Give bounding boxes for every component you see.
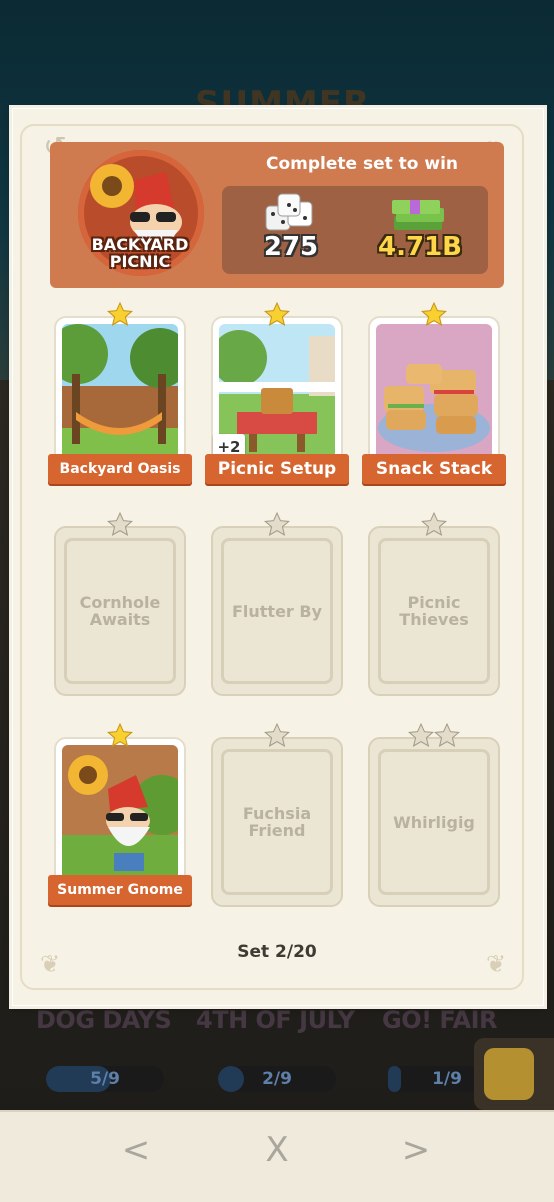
card-picnic-thieves[interactable]: Picnic Thieves: [368, 511, 500, 696]
card-name: Cornhole Awaits: [79, 593, 161, 629]
card-label: Picnic Setup: [205, 454, 349, 484]
album-4th-of-july[interactable]: 4TH OF JULY: [196, 1006, 355, 1034]
star-icon: [106, 722, 134, 749]
card-art: [376, 324, 492, 464]
card-name: Whirligig: [393, 812, 475, 832]
reward-title: Complete set to win: [265, 154, 459, 174]
cash-reward: 4.71B: [378, 232, 462, 262]
card-backyard-oasis[interactable]: Backyard Oasis: [48, 301, 192, 486]
card-whirligig[interactable]: Whirligig: [368, 722, 500, 907]
next-button[interactable]: >: [386, 1128, 446, 1172]
album-progress-4th-of-july: 2/9: [218, 1066, 336, 1092]
close-button[interactable]: X: [247, 1128, 307, 1172]
card-picnic-setup[interactable]: +2 Picnic Setup: [205, 301, 349, 486]
card-label: Snack Stack: [362, 454, 506, 484]
leaf-corner-icon: ❦: [40, 950, 61, 978]
card-summer-gnome[interactable]: Summer Gnome: [48, 722, 192, 907]
card-flutter-by[interactable]: Flutter By: [211, 511, 343, 696]
card-fuchsia-friend[interactable]: Fuchsia Friend: [211, 722, 343, 907]
card-cornhole-awaits[interactable]: Cornhole Awaits: [54, 511, 186, 696]
star-icon: [106, 301, 134, 328]
card-name: Fuchsia Friend: [242, 804, 312, 840]
album-go-fair[interactable]: GO! FAIR: [382, 1006, 498, 1034]
star-icon: [263, 301, 291, 328]
card-snack-stack[interactable]: Snack Stack: [362, 301, 506, 486]
set-progress: Set 2/20: [237, 942, 317, 962]
dice-reward: 275: [263, 232, 319, 262]
card-name: Picnic Thieves: [399, 593, 469, 629]
previous-button[interactable]: <: [106, 1128, 166, 1172]
album-dog-days[interactable]: DOG DAYS: [36, 1006, 172, 1034]
card-name: Flutter By: [231, 601, 323, 621]
leaf-corner-icon: ❦: [486, 950, 507, 978]
card-label: Backyard Oasis: [48, 454, 192, 484]
album-progress-dog-days: 5/9: [46, 1066, 164, 1092]
card-label: Summer Gnome: [48, 875, 192, 905]
card-art: [62, 745, 178, 885]
star-icon: [420, 301, 448, 328]
set-name: BACKYARD PICNIC: [91, 235, 189, 271]
card-pack-icon: [484, 1048, 534, 1100]
card-art: [62, 324, 178, 464]
cash-stack-icon: [392, 200, 444, 230]
